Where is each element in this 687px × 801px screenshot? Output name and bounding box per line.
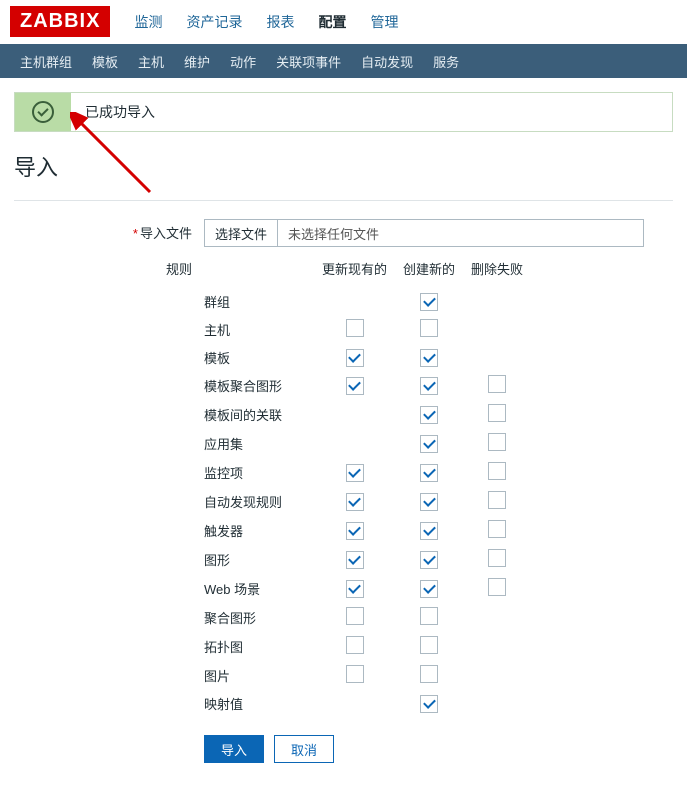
sub-nav: 主机群组模板主机维护动作关联项事件自动发现服务	[0, 44, 687, 78]
checkbox-create[interactable]	[420, 522, 438, 540]
rule-name: 模板聚合图形	[204, 371, 314, 400]
checkbox-create[interactable]	[420, 580, 438, 598]
checkbox-delete[interactable]	[488, 404, 506, 422]
rule-name: Web 场景	[204, 574, 314, 603]
checkbox-delete[interactable]	[488, 462, 506, 480]
table-row: 拓扑图	[204, 632, 531, 661]
checkbox-create[interactable]	[420, 493, 438, 511]
subnav-item-4[interactable]: 动作	[220, 44, 266, 79]
table-row: 模板间的关联	[204, 400, 531, 429]
checkbox-create[interactable]	[420, 551, 438, 569]
checkbox-delete[interactable]	[488, 520, 506, 538]
checkbox-create[interactable]	[420, 406, 438, 424]
file-placeholder: 未选择任何文件	[278, 220, 389, 246]
top-nav: 监测资产记录报表配置管理	[122, 2, 410, 42]
rule-name: 拓扑图	[204, 632, 314, 661]
topnav-item-0[interactable]: 监测	[122, 2, 174, 42]
checkbox-update[interactable]	[346, 636, 364, 654]
checkbox-update[interactable]	[346, 464, 364, 482]
checkbox-update[interactable]	[346, 665, 364, 683]
subnav-item-6[interactable]: 自动发现	[351, 44, 423, 79]
checkbox-update[interactable]	[346, 349, 364, 367]
checkbox-create[interactable]	[420, 349, 438, 367]
success-message: 已成功导入	[14, 92, 673, 132]
rules-header-update: 更新现有的	[314, 255, 395, 288]
rule-name: 映射值	[204, 690, 314, 717]
table-row: 监控项	[204, 458, 531, 487]
rule-name: 主机	[204, 315, 314, 344]
checkbox-delete[interactable]	[488, 578, 506, 596]
checkbox-create[interactable]	[420, 319, 438, 337]
table-row: 图形	[204, 545, 531, 574]
rules-header-create: 创建新的	[395, 255, 463, 288]
checkbox-delete[interactable]	[488, 549, 506, 567]
rule-name: 应用集	[204, 429, 314, 458]
checkbox-create[interactable]	[420, 377, 438, 395]
subnav-item-3[interactable]: 维护	[174, 44, 220, 79]
checkbox-create[interactable]	[420, 695, 438, 713]
rule-name: 自动发现规则	[204, 487, 314, 516]
checkbox-create[interactable]	[420, 607, 438, 625]
checkbox-update[interactable]	[346, 607, 364, 625]
rule-name: 触发器	[204, 516, 314, 545]
checkbox-update[interactable]	[346, 377, 364, 395]
rule-name: 图形	[204, 545, 314, 574]
checkbox-create[interactable]	[420, 665, 438, 683]
table-row: Web 场景	[204, 574, 531, 603]
checkbox-delete[interactable]	[488, 491, 506, 509]
table-row: 群组	[204, 288, 531, 315]
rules-header-delete: 删除失败	[463, 255, 531, 288]
checkbox-delete[interactable]	[488, 375, 506, 393]
success-icon-wrap	[15, 93, 71, 131]
topnav-item-1[interactable]: 资产记录	[174, 2, 254, 42]
checkbox-create[interactable]	[420, 464, 438, 482]
check-circle-icon	[32, 101, 54, 123]
import-button[interactable]: 导入	[204, 735, 264, 763]
table-row: 映射值	[204, 690, 531, 717]
checkbox-update[interactable]	[346, 522, 364, 540]
success-message-text: 已成功导入	[71, 102, 155, 122]
checkbox-update[interactable]	[346, 580, 364, 598]
rule-name: 群组	[204, 288, 314, 315]
table-row: 聚合图形	[204, 603, 531, 632]
rules-label: 规则	[14, 255, 204, 763]
rule-name: 聚合图形	[204, 603, 314, 632]
checkbox-update[interactable]	[346, 319, 364, 337]
logo: ZABBIX	[10, 6, 110, 37]
subnav-item-2[interactable]: 主机	[128, 44, 174, 79]
subnav-item-5[interactable]: 关联项事件	[266, 44, 351, 79]
checkbox-update[interactable]	[346, 551, 364, 569]
cancel-button[interactable]: 取消	[274, 735, 334, 763]
rules-header-name	[204, 255, 314, 288]
rule-name: 模板	[204, 344, 314, 371]
subnav-item-7[interactable]: 服务	[423, 44, 469, 79]
checkbox-create[interactable]	[420, 435, 438, 453]
checkbox-delete[interactable]	[488, 433, 506, 451]
checkbox-update[interactable]	[346, 493, 364, 511]
table-row: 触发器	[204, 516, 531, 545]
checkbox-create[interactable]	[420, 636, 438, 654]
file-label: *导入文件	[14, 219, 204, 247]
rule-name: 模板间的关联	[204, 400, 314, 429]
rule-name: 监控项	[204, 458, 314, 487]
checkbox-create[interactable]	[420, 293, 438, 311]
topnav-item-3[interactable]: 配置	[306, 2, 358, 42]
top-bar: ZABBIX 监测资产记录报表配置管理	[0, 0, 687, 44]
table-row: 应用集	[204, 429, 531, 458]
rules-table: 更新现有的 创建新的 删除失败 群组主机模板模板聚合图形模板间的关联应用集监控项…	[204, 255, 531, 717]
table-row: 模板聚合图形	[204, 371, 531, 400]
table-row: 主机	[204, 315, 531, 344]
choose-file-button[interactable]: 选择文件	[205, 220, 278, 246]
table-row: 自动发现规则	[204, 487, 531, 516]
topnav-item-2[interactable]: 报表	[254, 2, 306, 42]
table-row: 模板	[204, 344, 531, 371]
subnav-item-0[interactable]: 主机群组	[10, 44, 82, 79]
subnav-item-1[interactable]: 模板	[82, 44, 128, 79]
page-title: 导入	[0, 132, 687, 200]
topnav-item-4[interactable]: 管理	[358, 2, 410, 42]
file-input[interactable]: 选择文件 未选择任何文件	[204, 219, 644, 247]
